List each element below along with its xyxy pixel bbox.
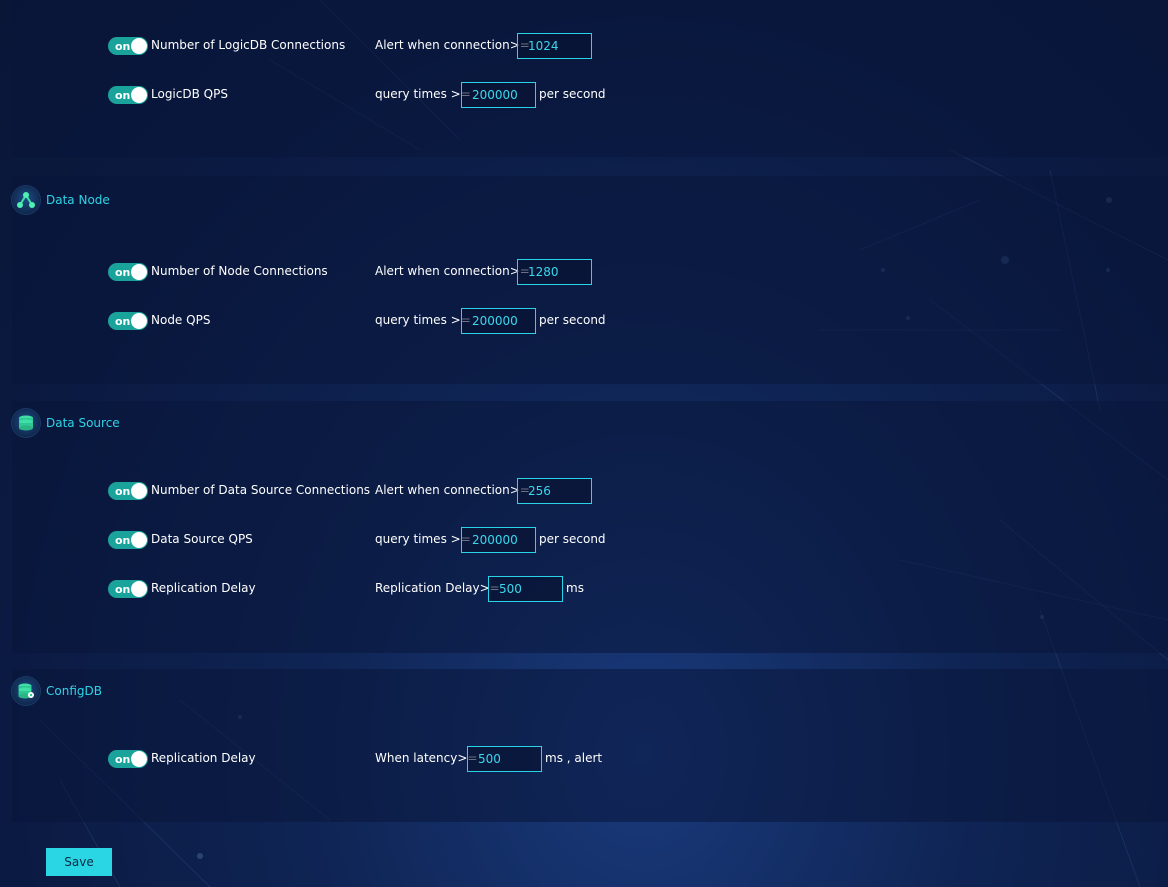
datasource-replication-delay-row: on Replication Delay Replication Delay>=… [0, 576, 1168, 602]
toggle-on-text: on [115, 485, 131, 498]
condition-label: Alert when connection>= [375, 483, 530, 497]
toggle-on-text: on [115, 315, 131, 328]
node-qps-threshold-input[interactable] [461, 308, 536, 334]
node-qps-row: on Node QPS query times >= per second [0, 308, 1168, 334]
row-label: LogicDB QPS [151, 87, 228, 101]
toggle-knob [131, 313, 147, 329]
datasource-replication-threshold-input[interactable] [488, 576, 563, 602]
section-title: Data Source [46, 416, 120, 430]
unit-label: ms [566, 581, 584, 595]
database-icon [12, 409, 40, 437]
unit-label: per second [539, 313, 606, 327]
toggle-knob [131, 581, 147, 597]
node-connections-toggle[interactable]: on [108, 263, 148, 281]
row-label: Number of Data Source Connections [151, 483, 371, 497]
section-title: ConfigDB [46, 684, 102, 698]
row-label: Replication Delay [151, 581, 256, 595]
datasource-connections-threshold-input[interactable] [517, 478, 592, 504]
row-label: Node QPS [151, 313, 211, 327]
logicdb-panel [12, 0, 1168, 157]
condition-label: query times >= [375, 532, 471, 546]
toggle-knob [131, 264, 147, 280]
logicdb-connections-row: on Number of LogicDB Connections Alert w… [0, 33, 1168, 59]
toggle-on-text: on [115, 753, 131, 766]
logicdb-qps-threshold-input[interactable] [461, 82, 536, 108]
condition-label: When latency>= [375, 751, 478, 765]
toggle-knob [131, 751, 147, 767]
row-label: Replication Delay [151, 751, 256, 765]
row-label: Number of LogicDB Connections [151, 38, 346, 52]
row-label: Data Source QPS [151, 532, 253, 546]
datasource-header: Data Source [12, 409, 120, 437]
datanode-header: Data Node [12, 186, 110, 214]
toggle-knob [131, 532, 147, 548]
toggle-on-text: on [115, 583, 131, 596]
toggle-on-text: on [115, 89, 131, 102]
condition-label: Replication Delay>= [375, 581, 500, 595]
toggle-knob [131, 38, 147, 54]
toggle-knob [131, 87, 147, 103]
unit-label: per second [539, 87, 606, 101]
unit-label: ms , alert [545, 751, 603, 765]
section-title: Data Node [46, 193, 110, 207]
node-connections-threshold-input[interactable] [517, 259, 592, 285]
condition-label: Alert when connection>= [375, 38, 530, 52]
configdb-replication-threshold-input[interactable] [467, 746, 542, 772]
condition-label: query times >= [375, 87, 471, 101]
condition-label: query times >= [375, 313, 471, 327]
toggle-on-text: on [115, 266, 131, 279]
datasource-connections-row: on Number of Data Source Connections Ale… [0, 478, 1168, 504]
datasource-qps-row: on Data Source QPS query times >= per se… [0, 527, 1168, 553]
toggle-knob [131, 483, 147, 499]
logicdb-connections-threshold-input[interactable] [517, 33, 592, 59]
configdb-replication-toggle[interactable]: on [108, 750, 148, 768]
save-button[interactable]: Save [46, 848, 112, 876]
datasource-replication-toggle[interactable]: on [108, 580, 148, 598]
node-connections-row: on Number of Node Connections Alert when… [0, 259, 1168, 285]
datasource-qps-threshold-input[interactable] [461, 527, 536, 553]
condition-label: Alert when connection>= [375, 264, 530, 278]
row-label: Number of Node Connections [151, 264, 328, 278]
logicdb-qps-row: on LogicDB QPS query times >= per second [0, 82, 1168, 108]
database-config-icon [12, 677, 40, 705]
unit-label: per second [539, 532, 606, 546]
toggle-on-text: on [115, 40, 131, 53]
logicdb-connections-toggle[interactable]: on [108, 37, 148, 55]
datasource-qps-toggle[interactable]: on [108, 531, 148, 549]
toggle-on-text: on [115, 534, 131, 547]
datasource-connections-toggle[interactable]: on [108, 482, 148, 500]
node-qps-toggle[interactable]: on [108, 312, 148, 330]
configdb-replication-delay-row: on Replication Delay When latency>= ms ,… [0, 746, 1168, 772]
configdb-header: ConfigDB [12, 677, 102, 705]
logicdb-qps-toggle[interactable]: on [108, 86, 148, 104]
network-node-icon [12, 186, 40, 214]
